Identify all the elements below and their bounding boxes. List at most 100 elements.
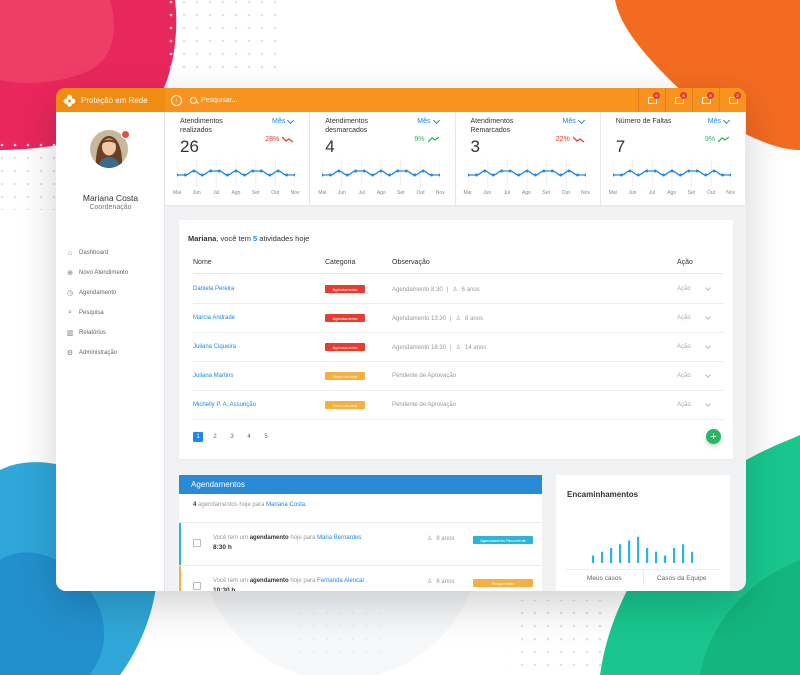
encaminhamentos-bar	[691, 551, 694, 563]
sidebar-item-relatórios[interactable]: ▥ Relatórios	[66, 323, 128, 343]
data-point	[491, 173, 495, 177]
agenda-checkbox[interactable]	[193, 582, 201, 590]
activities-panel: Mariana, você tem 5 atividades hoje Nome…	[179, 220, 733, 459]
agenda-person-link[interactable]: Maria Bernardes	[317, 535, 361, 541]
chevron-down-icon	[432, 116, 440, 124]
month-label: Out	[271, 190, 280, 196]
chevron-down-icon[interactable]	[705, 343, 711, 349]
change-value: 22%	[555, 136, 570, 143]
data-point	[337, 169, 341, 173]
data-point	[293, 173, 295, 177]
row-name-link[interactable]: Juliana Martins	[193, 373, 233, 379]
month-label: Nov	[435, 190, 445, 196]
action-dropdown[interactable]: Ação	[677, 315, 691, 321]
category-badge: Agendamento	[325, 343, 365, 351]
sidebar-item-agendamento[interactable]: ◷ Agendamento	[66, 283, 128, 303]
data-point	[354, 169, 358, 173]
tab-meus-casos[interactable]: Meus casos	[566, 570, 643, 587]
stat-label: Número de Faltas	[615, 118, 672, 125]
calendar-icon[interactable]: 8	[692, 88, 719, 112]
change-value: 9%	[414, 136, 425, 143]
table-row: Michelly P. A. Assunção Novo Usuário Pende…	[193, 391, 723, 420]
action-dropdown[interactable]: Ação	[677, 373, 691, 379]
page-button[interactable]: 2	[210, 432, 220, 442]
row-name-link[interactable]: Juliana Ciqueira	[193, 344, 236, 350]
notification-badge: 8	[680, 92, 687, 99]
agenda-text: Você tem um agendamento hoje para Maria …	[213, 535, 363, 541]
data-point	[388, 173, 392, 177]
activities-greeting: Mariana, você tem 5 atividades hoje	[188, 234, 309, 243]
sidebar-item-administração[interactable]: ⚙ Administração	[66, 343, 128, 363]
agenda-checkbox[interactable]	[193, 539, 201, 547]
age-text: 6 anos	[436, 578, 455, 585]
sidebar-item-pesquisa[interactable]: ⌕ Pesquisa	[66, 303, 128, 323]
data-point	[430, 173, 434, 177]
bell-icon[interactable]: 9	[638, 88, 665, 112]
page-button[interactable]: 4	[244, 432, 254, 442]
chevron-down-icon[interactable]	[705, 285, 711, 291]
search-input[interactable]	[201, 96, 401, 104]
separator: |	[450, 315, 452, 322]
action-dropdown[interactable]: Ação	[677, 286, 691, 292]
sidebar: Mariana Costa Coordenação ⌂ Dashboard ⊕ Nov…	[56, 112, 165, 591]
briefcase-icon[interactable]: 2	[719, 88, 746, 112]
row-name-link[interactable]: Daniela Pereira	[193, 286, 234, 292]
data-point	[567, 169, 571, 173]
chevron-down-icon[interactable]	[705, 401, 711, 407]
month-label: Set	[542, 190, 550, 196]
page-button[interactable]: 1	[193, 432, 203, 442]
period-dropdown[interactable]: Mês	[272, 116, 295, 125]
stat-change: 22%	[556, 136, 584, 143]
trend-down-icon	[572, 136, 584, 143]
chevron-down-icon	[287, 116, 295, 124]
sidebar-item-dashboard[interactable]: ⌂ Dashboard	[66, 243, 128, 263]
month-label: Jul	[213, 190, 220, 196]
period-dropdown[interactable]: Mês	[417, 116, 440, 125]
greeting-end: atividades hoje	[257, 234, 310, 243]
page-button[interactable]: 3	[227, 432, 237, 442]
agenda-sub-name[interactable]: Mariana Costa	[266, 502, 305, 508]
gear-icon: ⚙	[66, 350, 74, 357]
table-row: Marcia Andrade Agendamento Agendamento 13:…	[193, 304, 723, 333]
month-label: Jun	[483, 190, 492, 196]
encaminhamentos-chart	[592, 536, 694, 563]
chat-icon[interactable]: 8	[665, 88, 692, 112]
row-name-link[interactable]: Michelly P. A. Assunção	[193, 402, 256, 408]
encaminhamentos-bar	[610, 548, 613, 563]
data-point	[259, 169, 263, 173]
sidebar-item-novo-atendimento[interactable]: ⊕ Novo Atendimento	[66, 263, 128, 283]
action-dropdown[interactable]: Ação	[677, 344, 691, 350]
agenda-person-link[interactable]: Fernanda Alencar	[317, 578, 364, 584]
data-point	[217, 169, 221, 173]
back-icon[interactable]: ‹	[171, 94, 182, 106]
brand[interactable]: Proteção em Rede	[56, 88, 165, 112]
data-point	[541, 169, 545, 173]
search-bar	[190, 96, 401, 104]
agenda-title: Agendamentos	[179, 475, 542, 494]
stat-label: Atendimentos desmarcados	[325, 118, 369, 134]
period-dropdown[interactable]: Mês	[708, 116, 731, 125]
data-point	[276, 169, 280, 173]
agenda-sub-end: .	[305, 502, 307, 508]
notification-badge: 8	[707, 92, 714, 99]
observation-text: Agendamento 13:30	[392, 315, 447, 322]
status-badge: Agendamento Recorrente	[473, 536, 533, 544]
chevron-down-icon[interactable]	[705, 314, 711, 320]
row-name-link[interactable]: Marcia Andrade	[193, 315, 235, 321]
data-point	[251, 169, 255, 173]
avatar[interactable]	[90, 130, 130, 168]
sidebar-item-label: Agendamento	[79, 290, 117, 296]
action-dropdown[interactable]: Ação	[677, 402, 691, 408]
sidebar-item-label: Dashboard	[79, 250, 109, 256]
page-button[interactable]: 5	[261, 432, 271, 442]
tab-casos-equipe[interactable]: Casos da Equipe	[642, 570, 721, 587]
period-dropdown[interactable]: Mês	[563, 116, 585, 125]
data-point	[482, 169, 486, 173]
chevron-down-icon[interactable]	[705, 372, 711, 378]
separator: |	[446, 286, 449, 293]
age-text: 6 anos	[461, 286, 480, 293]
col-observacao: Observação	[392, 259, 430, 266]
add-button[interactable]: +	[706, 429, 721, 444]
data-point	[200, 173, 204, 177]
data-point	[474, 173, 478, 177]
